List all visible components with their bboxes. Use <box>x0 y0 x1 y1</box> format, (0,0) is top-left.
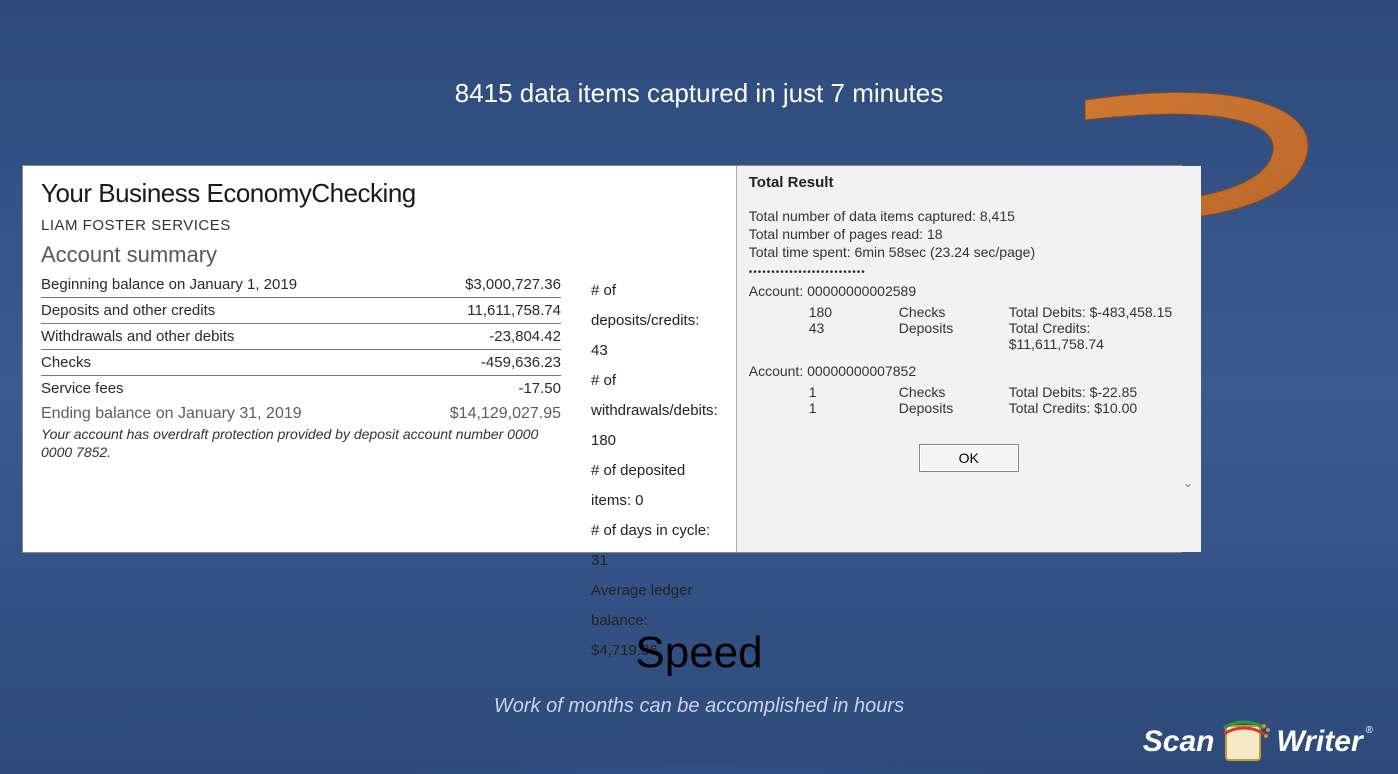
account-header: Account: 00000000007852 <box>749 362 1189 380</box>
scanwriter-logo: Scan Writer ® <box>1143 716 1374 768</box>
row-label: Deposits and other credits <box>41 302 215 319</box>
slide-subtitle: Work of months can be accomplished in ho… <box>0 695 1398 718</box>
account-header: Account: 00000000002589 <box>749 282 1189 300</box>
result-line: Total number of pages read: 18 <box>749 225 1189 243</box>
count: 180 <box>809 304 899 320</box>
chevron-down-icon[interactable]: ⌄ <box>1181 476 1195 490</box>
stat-deposited-items: # of deposited items: 0 <box>591 456 718 516</box>
account-block: 180 Checks Total Debits: $-483,458.15 43… <box>749 304 1189 352</box>
row-label: Withdrawals and other debits <box>41 328 234 345</box>
row-label: Checks <box>41 354 91 371</box>
slide-title: Speed <box>0 628 1398 678</box>
row-value: -23,804.42 <box>489 328 561 345</box>
stat-deposits: # of deposits/credits: 43 <box>591 276 718 366</box>
ending-label: Ending balance on January 31, 2019 <box>41 405 302 423</box>
row-value: $3,000,727.36 <box>465 276 561 293</box>
summary-heading: Account summary <box>41 242 718 268</box>
row-value: 11,611,758.74 <box>467 302 561 319</box>
count: 1 <box>809 400 899 416</box>
ending-value: $14,129,027.95 <box>450 405 561 423</box>
result-line: Total number of data items captured: 8,4… <box>749 207 1189 225</box>
type: Deposits <box>899 400 1009 416</box>
count: 43 <box>809 320 899 352</box>
type: Checks <box>899 384 1009 400</box>
headline-text: 8415 data items captured in just 7 minut… <box>0 78 1398 109</box>
row-label: Beginning balance on January 1, 2019 <box>41 276 297 293</box>
side-stats: # of deposits/credits: 43 # of withdrawa… <box>591 272 718 666</box>
summary-row: Service fees -17.50 <box>41 376 561 401</box>
ok-button[interactable]: OK <box>919 444 1019 472</box>
stat-withdrawals: # of withdrawals/debits: 180 <box>591 366 718 456</box>
row-value: -17.50 <box>518 380 561 397</box>
count: 1 <box>809 384 899 400</box>
statement-area: Your Business EconomyChecking LIAM FOSTE… <box>23 166 736 552</box>
logo-left: Scan <box>1143 725 1215 759</box>
registered-mark: ® <box>1366 725 1373 736</box>
result-title: Total Result <box>749 172 1189 197</box>
logo-mark-icon <box>1218 718 1272 766</box>
summary-table: Beginning balance on January 1, 2019 $3,… <box>41 272 561 666</box>
summary-row: Checks -459,636.23 <box>41 350 561 376</box>
document-panel: Your Business EconomyChecking LIAM FOSTE… <box>22 165 1182 553</box>
amount: Total Credits: $10.00 <box>1009 400 1189 416</box>
amount: Total Debits: $-483,458.15 <box>1009 304 1189 320</box>
account-block: 1 Checks Total Debits: $-22.85 1 Deposit… <box>749 384 1189 416</box>
type: Deposits <box>899 320 1009 352</box>
result-panel: Total Result Total number of data items … <box>736 166 1201 552</box>
row-value: -459,636.23 <box>481 354 561 371</box>
stat-days: # of days in cycle: 31 <box>591 516 718 576</box>
summary-row: Withdrawals and other debits -23,804.42 <box>41 324 561 350</box>
overdraft-footnote: Your account has overdraft protection pr… <box>41 425 561 461</box>
amount: Total Debits: $-22.85 <box>1009 384 1189 400</box>
ending-balance-row: Ending balance on January 31, 2019 $14,1… <box>41 401 561 423</box>
statement-title: Your Business EconomyChecking <box>41 178 718 209</box>
logo-right: Writer <box>1276 725 1362 759</box>
divider-dots: •••••••••••••••••••••••••• <box>749 267 1189 278</box>
row-label: Service fees <box>41 380 124 397</box>
summary-row: Beginning balance on January 1, 2019 $3,… <box>41 272 561 298</box>
type: Checks <box>899 304 1009 320</box>
result-line: Total time spent: 6min 58sec (23.24 sec/… <box>749 243 1189 261</box>
summary-row: Deposits and other credits 11,611,758.74 <box>41 298 561 324</box>
statement-account-name: LIAM FOSTER SERVICES <box>41 217 718 234</box>
amount: Total Credits: $11,611,758.74 <box>1009 320 1189 352</box>
